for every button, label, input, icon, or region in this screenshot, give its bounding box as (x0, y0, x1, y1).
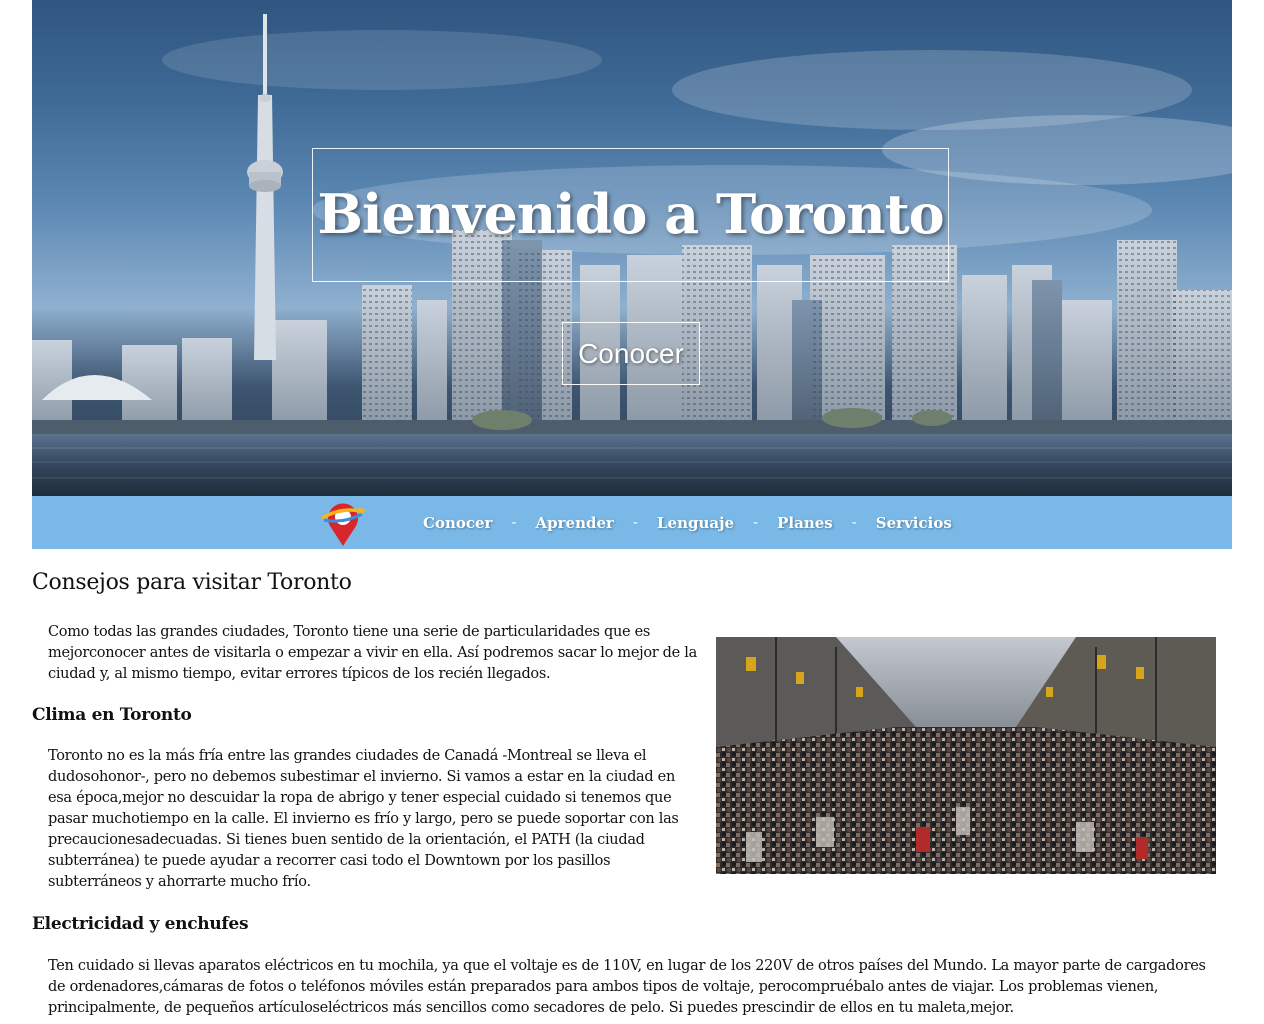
section-heading-electricidad: Electricidad y enchufes (32, 914, 249, 934)
nav-links: Conocer - Aprender - Lenguaje - Planes -… (423, 496, 952, 549)
nav-item-aprender[interactable]: Aprender (536, 514, 614, 532)
hero-banner: Bienvenido a Toronto Conocer (32, 0, 1232, 496)
hero-title-frame: Bienvenido a Toronto (312, 148, 949, 282)
nav-separator: - (632, 514, 638, 531)
nav-item-servicios[interactable]: Servicios (876, 514, 952, 532)
section-heading-clima: Clima en Toronto (32, 705, 192, 725)
nav-item-conocer[interactable]: Conocer (423, 514, 492, 532)
conocer-button[interactable]: Conocer (562, 322, 700, 385)
toronto-crowd-photo (716, 637, 1216, 874)
nav-separator: - (511, 514, 517, 531)
page-title: Consejos para visitar Toronto (32, 570, 352, 595)
nav-separator: - (753, 514, 759, 531)
hero-title: Bienvenido a Toronto (317, 182, 944, 246)
main-navigation: Conocer - Aprender - Lenguaje - Planes -… (32, 496, 1232, 549)
nav-item-lenguaje[interactable]: Lenguaje (657, 514, 734, 532)
map-pin-plane-logo-icon[interactable] (318, 498, 368, 548)
intro-paragraph: Como todas las grandes ciudades, Toronto… (48, 624, 697, 682)
nav-separator: - (851, 514, 857, 531)
electricidad-paragraph: Ten cuidado si llevas aparatos eléctrico… (48, 958, 1206, 1016)
clima-paragraph: Toronto no es la más fría entre las gran… (48, 748, 679, 890)
nav-item-planes[interactable]: Planes (777, 514, 833, 532)
